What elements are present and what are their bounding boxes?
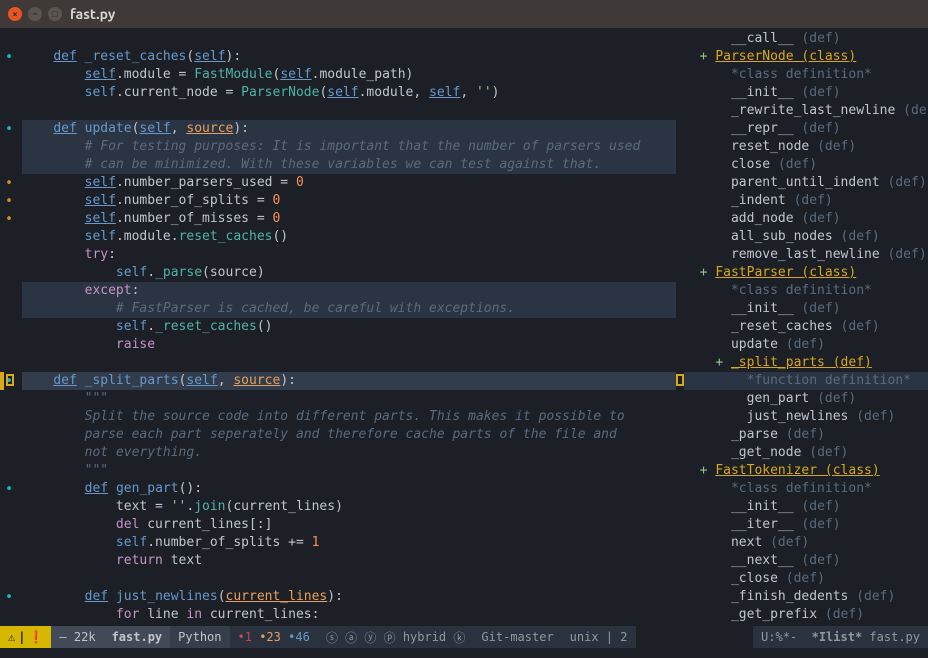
outline-item[interactable]: __init__ (def) [684, 300, 928, 318]
gutter-dot-icon: • [4, 193, 14, 211]
code-pane[interactable]: def _reset_caches(self):• self.module = … [0, 28, 676, 626]
outline-item[interactable]: _parse (def) [684, 426, 928, 444]
status-flycheck: •1 •23 •46 [230, 626, 318, 648]
bottom-spacer [0, 648, 928, 658]
code-line[interactable]: # FastParser is cached, be careful with … [22, 300, 676, 318]
code-line[interactable]: self.module.reset_caches() [22, 228, 676, 246]
gutter-dot-icon: • [4, 589, 14, 607]
gutter-dot-icon: • [4, 49, 14, 67]
code-line[interactable]: try: [22, 246, 676, 264]
outline-item[interactable]: *class definition* [684, 480, 928, 498]
outline-item[interactable]: __repr__ (def) [684, 120, 928, 138]
code-line[interactable]: self.current_node = ParserNode(self.modu… [22, 84, 676, 102]
code-line[interactable]: text = ''.join(current_lines) [22, 498, 676, 516]
code-line[interactable] [22, 354, 676, 372]
outline-item[interactable]: *class definition* [684, 282, 928, 300]
code-line[interactable]: def _reset_caches(self):• [22, 48, 676, 66]
code-line[interactable]: Split the source code into different par… [22, 408, 676, 426]
titlebar: × – □ fast.py [0, 0, 928, 28]
outline-item[interactable]: close (def) [684, 156, 928, 174]
code-line[interactable]: raise [22, 336, 676, 354]
outline-item[interactable]: __init__ (def) [684, 84, 928, 102]
gutter-dot-icon: • [4, 481, 14, 499]
outline-class[interactable]: + ParserNode (class) [684, 48, 928, 66]
outline-item[interactable]: + _split_parts (def) [684, 354, 928, 372]
code-line[interactable]: self._reset_caches() [22, 318, 676, 336]
outline-item[interactable]: _indent (def) [684, 192, 928, 210]
minimize-window-button[interactable]: – [28, 7, 42, 21]
outline-pane[interactable]: __call__ (def) + ParserNode (class) *cla… [676, 28, 928, 626]
outline-item[interactable]: __init__ (def) [684, 498, 928, 516]
outline-item[interactable]: *function definition* [684, 372, 928, 390]
status-right-info: U:%*- *Ilist* fast.py [753, 626, 928, 648]
code-line[interactable]: self.module = FastModule(self.module_pat… [22, 66, 676, 84]
maximize-window-button[interactable]: □ [48, 7, 62, 21]
outline-class[interactable]: + FastTokenizer (class) [684, 462, 928, 480]
code-line[interactable]: def _split_parts(self, source):• [22, 372, 676, 390]
gutter-dot-icon: • [4, 175, 14, 193]
gutter [0, 28, 18, 626]
code-line[interactable] [22, 570, 676, 588]
status-minor-modes: ⓢ ⓐ ⓨ ⓟ hybrid ⓚ [318, 626, 474, 648]
outline-item[interactable]: update (def) [684, 336, 928, 354]
code-line[interactable]: parse each part seperately and therefore… [22, 426, 676, 444]
code-line[interactable]: # For testing purposes: It is important … [22, 138, 676, 156]
outline-item[interactable]: _finish_dedents (def) [684, 588, 928, 606]
code-line[interactable]: def gen_part():• [22, 480, 676, 498]
code-line[interactable]: self.number_of_misses = 0• [22, 210, 676, 228]
outline-item[interactable]: *class definition* [684, 66, 928, 84]
status-indicator: ⚠ | ❗ [0, 626, 51, 648]
code-line[interactable]: del current_lines[:] [22, 516, 676, 534]
outline-class[interactable]: + FastParser (class) [684, 264, 928, 282]
outline-item[interactable]: all_sub_nodes (def) [684, 228, 928, 246]
gutter-dot-icon: • [4, 211, 14, 229]
status-major-mode: Python [170, 626, 229, 648]
status-bar: ⚠ | ❗ — 22k fast.py Python •1 •23 •46 ⓢ … [0, 626, 928, 648]
outline-item[interactable]: add_node (def) [684, 210, 928, 228]
gutter-dot-icon: • [4, 121, 14, 139]
code-line[interactable]: self._parse(source) [22, 264, 676, 282]
outline-item[interactable]: next (def) [684, 534, 928, 552]
status-vcs: Git-master [473, 626, 561, 648]
window-controls: × – □ [8, 7, 62, 21]
code-line[interactable] [22, 30, 676, 48]
code-line[interactable]: self.number_parsers_used = 0• [22, 174, 676, 192]
code-line[interactable]: """ [22, 462, 676, 480]
code-line[interactable]: except: [22, 282, 676, 300]
outline-item[interactable]: _get_prefix (def) [684, 606, 928, 624]
outline-item[interactable]: __call__ (def) [684, 30, 928, 48]
outline-item[interactable]: gen_part (def) [684, 390, 928, 408]
window-title: fast.py [70, 6, 115, 22]
status-filename: fast.py [104, 626, 171, 648]
outline-item[interactable]: _rewrite_last_newline (def) [684, 102, 928, 120]
current-line-marker [0, 372, 4, 390]
code-line[interactable]: self.number_of_splits = 0• [22, 192, 676, 210]
outline-item[interactable]: _reset_caches (def) [684, 318, 928, 336]
code-line[interactable]: # can be minimized. With these variables… [22, 156, 676, 174]
code-line[interactable]: return text [22, 552, 676, 570]
code-line[interactable]: self.number_of_splits += 1 [22, 534, 676, 552]
outline-item[interactable]: __iter__ (def) [684, 516, 928, 534]
code-line[interactable]: def update(self, source):• [22, 120, 676, 138]
outline-item[interactable]: reset_node (def) [684, 138, 928, 156]
outline-item[interactable]: __next__ (def) [684, 552, 928, 570]
code-line[interactable]: """ [22, 390, 676, 408]
editor-content: def _reset_caches(self):• self.module = … [0, 28, 928, 626]
code-line[interactable]: def just_newlines(current_lines):• [22, 588, 676, 606]
status-size: — 22k [51, 626, 103, 648]
code-line[interactable]: for line in current_lines: [22, 606, 676, 624]
cursor-box-icon [6, 374, 14, 386]
outline-item[interactable]: remove_last_newline (def) [684, 246, 928, 264]
outline-item[interactable]: _close (def) [684, 570, 928, 588]
cursor-box-icon [676, 374, 684, 386]
outline-item[interactable]: just_newlines (def) [684, 408, 928, 426]
status-coding: unix | 2 [562, 626, 636, 648]
code-line[interactable] [22, 102, 676, 120]
outline-item[interactable]: parent_until_indent (def) [684, 174, 928, 192]
code-line[interactable]: not everything. [22, 444, 676, 462]
outline-item[interactable]: _get_node (def) [684, 444, 928, 462]
close-window-button[interactable]: × [8, 7, 22, 21]
